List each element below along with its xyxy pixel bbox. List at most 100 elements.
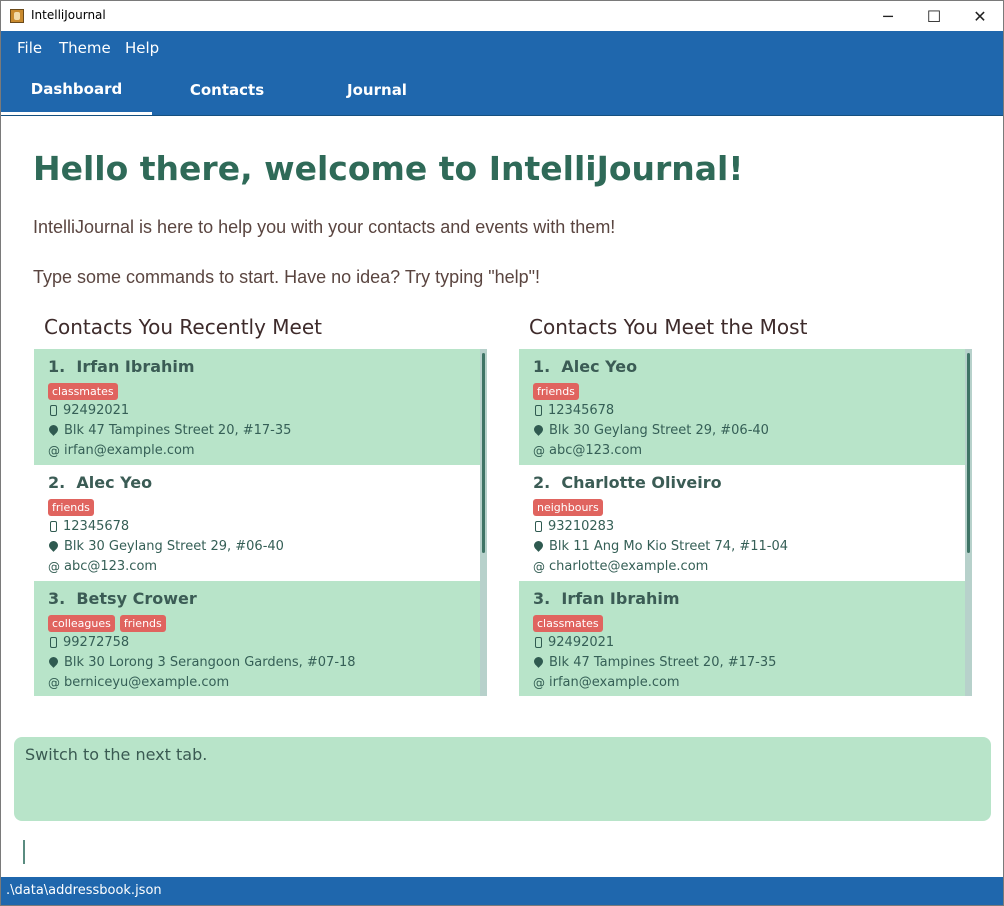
contact-phone: 12345678 — [63, 519, 130, 534]
most-contacts-title: Contacts You Meet the Most — [529, 315, 808, 339]
location-pin-icon — [532, 539, 545, 552]
phone-row: 99272758 — [48, 635, 129, 650]
address-row: Blk 30 Geylang Street 29, #06-40 — [532, 423, 769, 438]
tag-list: colleagues friends — [48, 615, 166, 632]
contact-card[interactable]: 3. Betsy Crower colleagues friends 99272… — [34, 581, 480, 696]
contact-name: Alec Yeo — [76, 473, 153, 492]
contact-address: Blk 30 Geylang Street 29, #06-40 — [549, 423, 769, 438]
result-display: Switch to the next tab. — [14, 737, 991, 821]
contact-phone: 12345678 — [548, 403, 615, 418]
tag: classmates — [533, 615, 603, 632]
tag: colleagues — [48, 615, 115, 632]
app-icon — [10, 9, 24, 23]
minimize-button[interactable]: ─ — [865, 1, 911, 31]
contact-index: 3. — [48, 589, 66, 608]
contact-index: 1. — [48, 357, 66, 376]
address-row: Blk 11 Ang Mo Kio Street 74, #11-04 — [532, 539, 789, 554]
tag-list: classmates — [533, 615, 603, 632]
at-sign-icon: @ — [48, 559, 60, 574]
tag: neighbours — [533, 499, 603, 516]
email-row: @ irfan@example.com — [48, 443, 195, 458]
contact-card[interactable]: 1. Irfan Ibrahim classmates 92492021 Blk… — [34, 349, 480, 465]
email-row: @ irfan@example.com — [533, 675, 680, 690]
contact-email: berniceyu@example.com — [64, 675, 230, 690]
scrollbar-thumb[interactable] — [482, 353, 485, 553]
contact-phone: 92492021 — [548, 635, 615, 650]
maximize-button[interactable]: ☐ — [911, 1, 957, 31]
menu-theme[interactable]: Theme — [59, 39, 111, 57]
contact-card[interactable]: 2. Alec Yeo friends 12345678 Blk 30 Geyl… — [34, 465, 480, 581]
address-row: Blk 47 Tampines Street 20, #17-35 — [532, 655, 777, 670]
email-row: @ charlotte@example.com — [533, 559, 708, 574]
phone-icon — [535, 405, 542, 416]
title-bar: IntelliJournal ─ ☐ ✕ — [1, 1, 1003, 31]
contact-email: charlotte@example.com — [549, 559, 709, 574]
scrollbar-thumb[interactable] — [967, 353, 970, 553]
window-title: IntelliJournal — [31, 8, 106, 22]
recent-contacts-list[interactable]: 1. Irfan Ibrahim classmates 92492021 Blk… — [34, 349, 487, 696]
most-contacts-list[interactable]: 1. Alec Yeo friends 12345678 Blk 30 Geyl… — [519, 349, 972, 696]
contact-name-row: 1. Alec Yeo — [533, 357, 637, 376]
tab-dashboard[interactable]: Dashboard — [1, 65, 152, 115]
tag-list: classmates — [48, 383, 118, 400]
tab-contacts[interactable]: Contacts — [152, 65, 302, 115]
at-sign-icon: @ — [48, 675, 60, 690]
contact-index: 1. — [533, 357, 551, 376]
contact-phone: 93210283 — [548, 519, 615, 534]
scrollbar[interactable] — [965, 349, 972, 696]
at-sign-icon: @ — [533, 559, 545, 574]
contact-card[interactable]: 2. Charlotte Oliveiro neighbours 9321028… — [519, 465, 965, 581]
contact-name-row: 2. Charlotte Oliveiro — [533, 473, 722, 492]
contact-address: Blk 47 Tampines Street 20, #17-35 — [549, 655, 777, 670]
contact-name-row: 3. Irfan Ibrahim — [533, 589, 680, 608]
welcome-line-2: Type some commands to start. Have no ide… — [33, 267, 541, 287]
location-pin-icon — [532, 655, 545, 668]
menu-file[interactable]: File — [17, 39, 42, 57]
status-bar: .\data\addressbook.json — [1, 877, 1003, 905]
contact-index: 2. — [533, 473, 551, 492]
menu-bar: File Theme Help — [1, 31, 1003, 65]
menu-help[interactable]: Help — [125, 39, 159, 57]
contact-address: Blk 30 Geylang Street 29, #06-40 — [64, 539, 284, 554]
contact-address: Blk 30 Lorong 3 Serangoon Gardens, #07-1… — [64, 655, 356, 670]
contact-email: abc@123.com — [549, 443, 643, 458]
phone-icon — [535, 637, 542, 648]
phone-row: 93210283 — [533, 519, 614, 534]
contact-name-row: 2. Alec Yeo — [48, 473, 152, 492]
contact-name: Alec Yeo — [561, 357, 638, 376]
email-row: @ berniceyu@example.com — [48, 675, 229, 690]
phone-row: 12345678 — [48, 519, 129, 534]
contact-name: Betsy Crower — [76, 589, 197, 608]
contact-email: abc@123.com — [64, 559, 158, 574]
welcome-heading: Hello there, welcome to IntelliJournal! — [33, 149, 744, 188]
location-pin-icon — [47, 655, 60, 668]
scrollbar[interactable] — [480, 349, 487, 696]
tag-list: neighbours — [533, 499, 603, 516]
location-pin-icon — [47, 423, 60, 436]
contact-name: Irfan Ibrahim — [76, 357, 195, 376]
command-input[interactable] — [23, 840, 25, 864]
contact-name-row: 3. Betsy Crower — [48, 589, 197, 608]
contact-name-row: 1. Irfan Ibrahim — [48, 357, 195, 376]
phone-row: 92492021 — [533, 635, 614, 650]
contact-card[interactable]: 1. Alec Yeo friends 12345678 Blk 30 Geyl… — [519, 349, 965, 465]
tab-journal[interactable]: Journal — [302, 65, 452, 115]
phone-row: 92492021 — [48, 403, 129, 418]
email-row: @ abc@123.com — [533, 443, 642, 458]
contact-card[interactable]: 3. Irfan Ibrahim classmates 92492021 Blk… — [519, 581, 965, 696]
location-pin-icon — [47, 539, 60, 552]
contact-name: Charlotte Oliveiro — [561, 473, 722, 492]
save-location: .\data\addressbook.json — [6, 883, 162, 898]
close-button[interactable]: ✕ — [957, 1, 1003, 31]
tag: friends — [533, 383, 579, 400]
phone-row: 12345678 — [533, 403, 614, 418]
address-row: Blk 30 Lorong 3 Serangoon Gardens, #07-1… — [47, 655, 356, 670]
contact-name: Irfan Ibrahim — [561, 589, 680, 608]
phone-icon — [50, 521, 57, 532]
contact-address: Blk 11 Ang Mo Kio Street 74, #11-04 — [549, 539, 789, 554]
welcome-line-1: IntelliJournal is here to help you with … — [33, 217, 616, 237]
address-row: Blk 47 Tampines Street 20, #17-35 — [47, 423, 291, 438]
at-sign-icon: @ — [533, 675, 545, 690]
at-sign-icon: @ — [48, 443, 60, 458]
address-row: Blk 30 Geylang Street 29, #06-40 — [47, 539, 284, 554]
